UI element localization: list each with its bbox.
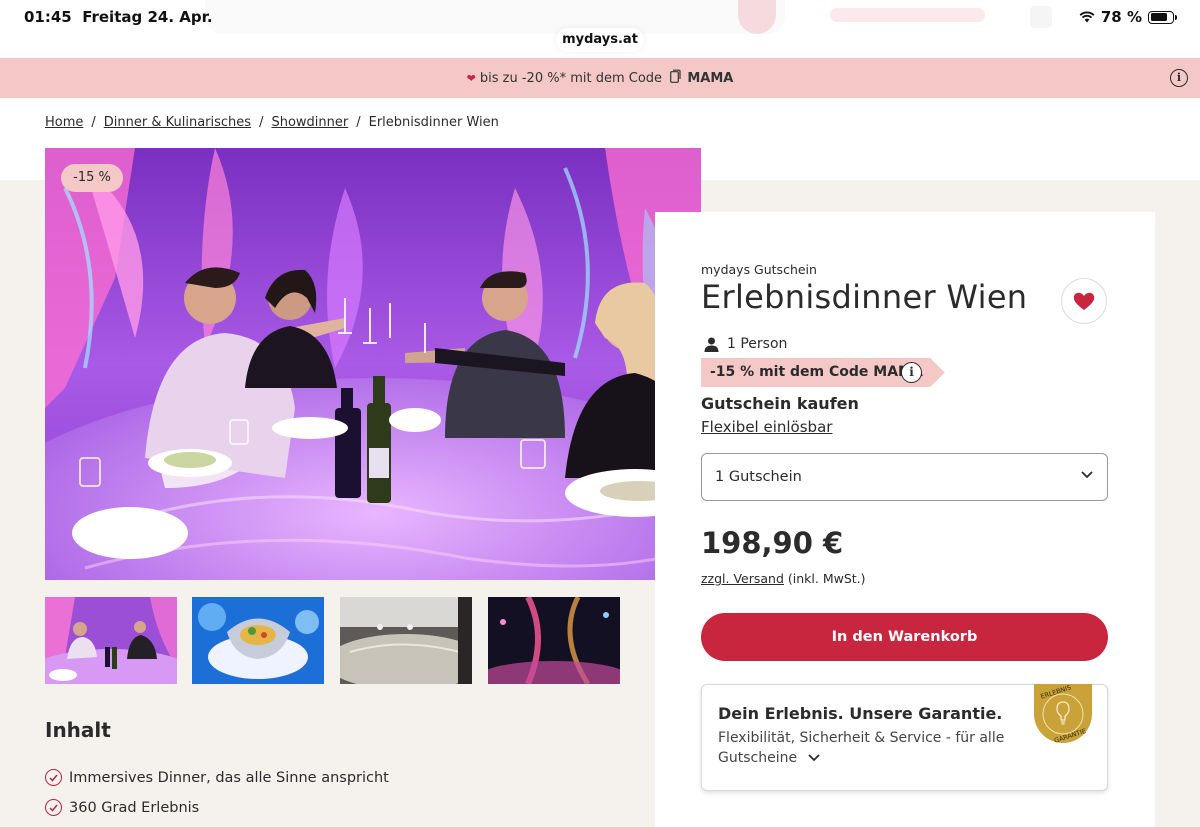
- breadcrumb-separator: /: [259, 115, 264, 130]
- url-pill[interactable]: mydays.at: [556, 28, 644, 52]
- feature-text: 360 Grad Erlebnis: [69, 799, 200, 816]
- buy-heading: Gutschein kaufen: [701, 394, 859, 413]
- info-icon[interactable]: i: [1170, 69, 1188, 87]
- breadcrumb-dinner[interactable]: Dinner & Kulinarisches: [104, 115, 251, 130]
- thumbnail-image: [192, 597, 324, 684]
- breadcrumb: Home / Dinner & Kulinarisches / Showdinn…: [45, 115, 499, 130]
- shipping-link[interactable]: zzgl. Versand: [701, 571, 784, 586]
- status-time-date: 01:45 Freitag 24. Apr.: [24, 8, 213, 26]
- promo-text: bis zu -20 %* mit dem Code: [479, 71, 663, 86]
- breadcrumb-current: Erlebnisdinner Wien: [368, 115, 499, 130]
- promo-code[interactable]: MAMA: [687, 71, 733, 86]
- feature-item: Immersives Dinner, das alle Sinne anspri…: [45, 769, 389, 786]
- check-circle-icon: [45, 799, 62, 816]
- dinner-scene-image: [45, 148, 701, 580]
- product-brand: mydays Gutschein: [701, 262, 817, 277]
- status-time: 01:45: [24, 8, 72, 26]
- wifi-icon: [1079, 11, 1095, 23]
- cart-icon-hidden: [1030, 6, 1052, 28]
- thumbnail-image: [45, 597, 177, 684]
- promo-banner: ❤ bis zu -20 %* mit dem Code MAMA i: [0, 58, 1200, 98]
- thumbnail-image: [488, 597, 620, 684]
- breadcrumb-home[interactable]: Home: [45, 115, 83, 130]
- price: 198,90 €: [701, 526, 844, 560]
- person-icon: [704, 337, 719, 352]
- product-main-image[interactable]: [45, 148, 701, 580]
- guarantee-text-block: Flexibilität, Sicherheit & Service - für…: [718, 728, 1018, 768]
- thumbnail-1[interactable]: [45, 597, 177, 684]
- guarantee-seal-icon: ERLEBNIS GARANTIE: [1034, 684, 1092, 744]
- status-date: Freitag 24. Apr.: [82, 8, 213, 26]
- thumbnail-2[interactable]: [192, 597, 324, 684]
- guarantee-title: Dein Erlebnis. Unsere Garantie.: [718, 704, 1003, 723]
- thumbnail-4[interactable]: [488, 597, 620, 684]
- quantity-value: 1 Gutschein: [715, 469, 802, 485]
- feature-item: 360 Grad Erlebnis: [45, 799, 199, 816]
- thumbnail-3[interactable]: [340, 597, 472, 684]
- heart-icon: ❤: [466, 72, 476, 85]
- chevron-down-icon[interactable]: [807, 754, 820, 762]
- quantity-select[interactable]: 1 Gutschein: [701, 453, 1108, 501]
- copy-icon[interactable]: [670, 69, 681, 83]
- heart-icon: [1073, 292, 1095, 310]
- battery-icon: [1148, 10, 1177, 24]
- discount-badge: -15 %: [61, 164, 123, 192]
- product-title: Erlebnisdinner Wien: [701, 278, 1028, 316]
- chevron-down-icon: [1081, 471, 1093, 479]
- wishlist-button[interactable]: [1061, 278, 1107, 324]
- status-bar: 01:45 Freitag 24. Apr. 78 % mydays.at: [0, 0, 1200, 58]
- person-count-text: 1 Person: [727, 336, 788, 352]
- battery-fill: [1150, 13, 1167, 21]
- code-info-icon[interactable]: i: [901, 362, 922, 383]
- status-right: 78 %: [1079, 8, 1177, 26]
- thumbnail-image: [340, 597, 472, 684]
- add-to-cart-button[interactable]: In den Warenkorb: [701, 613, 1108, 661]
- breadcrumb-separator: /: [91, 115, 96, 130]
- guarantee-text: Flexibilität, Sicherheit & Service - für…: [718, 730, 1005, 766]
- guarantee-box[interactable]: Dein Erlebnis. Unsere Garantie. Flexibil…: [701, 684, 1108, 791]
- check-circle-icon: [45, 769, 62, 786]
- content-title: Inhalt: [45, 718, 111, 742]
- person-count: 1 Person: [704, 336, 787, 352]
- search-bar-hidden: [205, 0, 785, 34]
- shipping-info: zzgl. Versand (inkl. MwSt.): [701, 571, 866, 586]
- promo-text-row: ❤ bis zu -20 %* mit dem Code MAMA: [0, 69, 1200, 86]
- header-link-hidden: [830, 8, 985, 22]
- flexible-link[interactable]: Flexibel einlösbar: [701, 418, 832, 436]
- breadcrumb-showdinner[interactable]: Showdinner: [271, 115, 348, 130]
- shipping-note: (inkl. MwSt.): [787, 571, 866, 586]
- feature-text: Immersives Dinner, das alle Sinne anspri…: [69, 769, 389, 786]
- breadcrumb-separator: /: [356, 115, 361, 130]
- battery-percent: 78 %: [1100, 8, 1142, 26]
